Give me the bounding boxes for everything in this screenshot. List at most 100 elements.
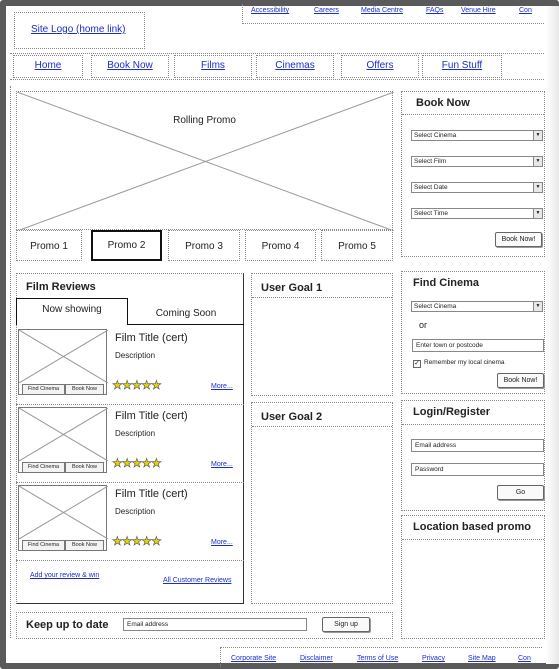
nav-fun-stuff-label[interactable]: Fun Stuff	[423, 60, 501, 71]
nav-offers-label[interactable]: Offers	[342, 60, 418, 71]
nav-films-label[interactable]: Films	[175, 60, 251, 71]
user-goal-2-title: User Goal 2	[261, 411, 323, 423]
film-description: Description	[115, 507, 156, 516]
star-rating-icon: ★★★★★	[112, 378, 162, 393]
chevron-down-icon: ▼	[533, 157, 542, 166]
nav-cinemas-label[interactable]: Cinemas	[257, 60, 333, 71]
user-goal-1-header: User Goal 1	[252, 274, 392, 298]
chevron-down-icon: ▼	[533, 209, 542, 218]
film-description: Description	[115, 351, 156, 360]
rolling-promo-label: Rolling Promo	[173, 115, 236, 126]
nav-item-offers[interactable]: Offers	[341, 55, 419, 78]
film-item: Find Cinema Book Now Film Title (cert) D…	[16, 405, 244, 483]
footer-link-more[interactable]: Con	[518, 655, 531, 662]
film-more-link[interactable]: More...	[211, 383, 233, 390]
film-description: Description	[115, 429, 156, 438]
footer-link-corporate[interactable]: Corporate Site	[231, 655, 276, 662]
login-go-button[interactable]: Go	[497, 485, 544, 500]
user-goal-2-panel: User Goal 2	[251, 402, 393, 604]
film-title[interactable]: Film Title (cert)	[115, 410, 188, 422]
nav-item-home[interactable]: Home	[13, 55, 83, 78]
film-find-cinema-button[interactable]: Find Cinema	[22, 540, 65, 551]
film-book-now-button[interactable]: Book Now	[65, 462, 104, 473]
select-time-dropdown[interactable]: Select Time ▼	[411, 208, 543, 219]
film-more-link[interactable]: More...	[211, 461, 233, 468]
newsletter-panel: Keep up to date Email address Sign up	[16, 612, 393, 639]
location-promo-title: Location based promo	[413, 521, 531, 533]
utility-link-accessibility[interactable]: Accessibility	[251, 7, 289, 14]
select-film-dropdown[interactable]: Select Film ▼	[411, 156, 543, 167]
utility-link-faqs[interactable]: FAQs	[426, 7, 444, 14]
nav-item-cinemas[interactable]: Cinemas	[256, 55, 334, 78]
remember-cinema-label: Remember my local cinema	[424, 359, 505, 366]
find-cinema-value: Select Cinema	[414, 303, 457, 310]
add-review-link[interactable]: Add your review & win	[30, 572, 99, 579]
remember-cinema-checkbox[interactable]: ✓	[413, 360, 421, 368]
film-placeholder-image	[19, 408, 108, 461]
promo-tab-4[interactable]: Promo 4	[245, 230, 316, 261]
film-title[interactable]: Film Title (cert)	[115, 488, 188, 500]
or-label: or	[419, 320, 428, 330]
utility-link-careers[interactable]: Careers	[314, 7, 339, 14]
site-logo-box[interactable]: Site Logo (home link)	[14, 12, 145, 49]
newsletter-title: Keep up to date	[26, 619, 109, 631]
utility-link-media-centre[interactable]: Media Centre	[361, 7, 403, 14]
star-rating-icon: ★★★★★	[112, 456, 162, 471]
film-thumbnail[interactable]: Find Cinema Book Now	[18, 485, 108, 551]
film-thumbnail[interactable]: Find Cinema Book Now	[18, 407, 108, 473]
newsletter-email-field[interactable]: Email address	[123, 618, 307, 631]
site-logo-link[interactable]: Site Logo (home link)	[31, 24, 126, 35]
film-placeholder-image	[19, 330, 108, 383]
select-time-value: Select Time	[414, 210, 448, 217]
utility-link-more[interactable]: Con	[519, 7, 532, 14]
utility-bar: Accessibility Careers Media Centre FAQs …	[242, 4, 544, 24]
select-cinema-dropdown[interactable]: Select Cinema ▼	[411, 130, 543, 141]
login-password-field[interactable]: Password	[411, 463, 544, 476]
user-goal-2-header: User Goal 2	[252, 403, 392, 427]
footer-link-privacy[interactable]: Privacy	[422, 655, 445, 662]
promo-tab-2[interactable]: Promo 2	[91, 230, 162, 261]
utility-link-venue-hire[interactable]: Venue Hire	[461, 7, 496, 14]
film-thumbnail[interactable]: Find Cinema Book Now	[18, 329, 108, 395]
chevron-down-icon: ▼	[533, 183, 542, 192]
book-now-panel: Book Now Select Cinema ▼ Select Film ▼ Sel…	[401, 91, 545, 257]
film-placeholder-image	[19, 486, 108, 539]
film-item: Find Cinema Book Now Film Title (cert) D…	[16, 327, 244, 405]
find-cinema-title: Find Cinema	[413, 277, 480, 289]
nav-item-book-now[interactable]: Book Now	[91, 55, 169, 78]
film-book-now-button[interactable]: Book Now	[65, 384, 104, 395]
nav-item-films[interactable]: Films	[174, 55, 252, 78]
rolling-promo[interactable]: Rolling Promo	[16, 91, 394, 231]
chevron-down-icon: ▼	[533, 302, 542, 311]
find-cinema-dropdown[interactable]: Select Cinema ▼	[411, 301, 543, 312]
book-now-title: Book Now	[416, 97, 470, 109]
promo-placeholder-image	[17, 92, 394, 231]
film-reviews-title: Film Reviews	[26, 281, 96, 293]
film-find-cinema-button[interactable]: Find Cinema	[22, 384, 65, 395]
footer-link-site-map[interactable]: Site Map	[468, 655, 496, 662]
sign-up-button[interactable]: Sign up	[322, 617, 370, 632]
select-date-dropdown[interactable]: Select Date ▼	[411, 182, 543, 193]
chevron-down-icon: ▼	[533, 131, 542, 140]
select-date-value: Select Date	[414, 184, 448, 191]
footer-link-terms[interactable]: Terms of Use	[357, 655, 398, 662]
login-email-field[interactable]: Email address	[411, 439, 544, 452]
promo-tab-5[interactable]: Promo 5	[321, 230, 393, 261]
nav-item-fun-stuff[interactable]: Fun Stuff	[422, 55, 502, 78]
find-cinema-book-button[interactable]: Book Now!	[497, 373, 544, 388]
nav-book-now-label[interactable]: Book Now	[92, 60, 168, 71]
footer-link-disclaimer[interactable]: Disclaimer	[300, 655, 333, 662]
all-reviews-link[interactable]: All Customer Reviews	[163, 577, 231, 584]
tab-now-showing[interactable]: Now showing	[16, 298, 128, 325]
login-header: Login/Register	[402, 401, 544, 425]
film-find-cinema-button[interactable]: Find Cinema	[22, 462, 65, 473]
film-title[interactable]: Film Title (cert)	[115, 332, 188, 344]
nav-home-label[interactable]: Home	[14, 60, 82, 71]
book-now-button[interactable]: Book Now!	[495, 232, 542, 247]
town-postcode-field[interactable]: Enter town or postcode	[412, 339, 544, 352]
promo-tab-1[interactable]: Promo 1	[16, 230, 82, 261]
film-book-now-button[interactable]: Book Now	[65, 540, 104, 551]
film-more-link[interactable]: More...	[211, 539, 233, 546]
tab-coming-soon[interactable]: Coming Soon	[128, 299, 244, 325]
promo-tab-3[interactable]: Promo 3	[168, 230, 240, 261]
